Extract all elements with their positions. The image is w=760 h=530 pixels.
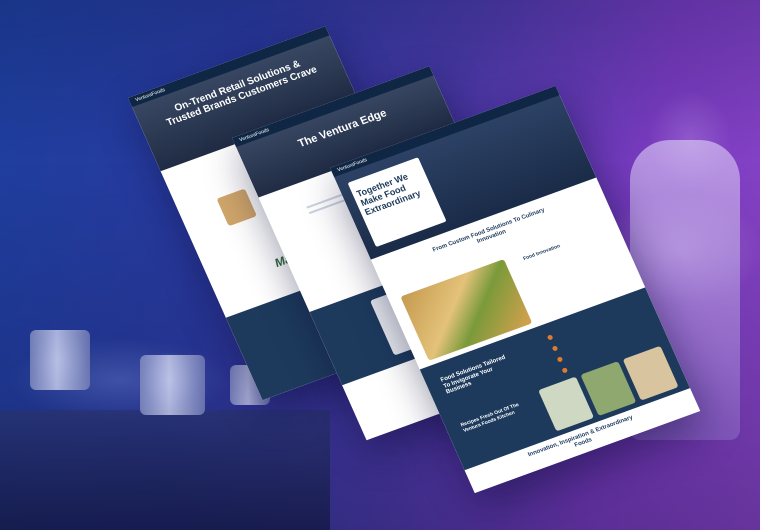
back-brand: VenturaFoods	[134, 87, 167, 104]
front-food-innovation: Food Innovation	[522, 243, 562, 263]
website-mockups: VenturaFoods On-Trend Retail Solutions &…	[0, 0, 760, 530]
back-product-image	[216, 188, 257, 227]
